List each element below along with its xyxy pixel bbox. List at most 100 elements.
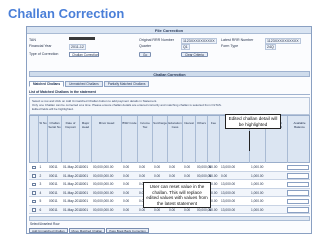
row-checkbox[interactable] (32, 199, 36, 203)
table-cell: 0.00 (184, 173, 191, 178)
move-matched-challan-button[interactable]: Move Matched Challan (68, 228, 106, 233)
table-cell: N (209, 165, 212, 169)
table-cell: 0.00 (123, 207, 130, 212)
table-cell: 0001 (81, 165, 89, 169)
table-cell: 00,000,000.00 (93, 199, 114, 203)
table-cell: 13,000.00 (221, 165, 236, 169)
table-cell: 01-May-2011 (63, 207, 82, 212)
clear-criteria-button[interactable]: Clear Criteria (181, 51, 208, 57)
tan-masked-value (69, 37, 95, 40)
table-cell: 1,000.00 (251, 207, 264, 212)
table-cell: 01-May-2011 (63, 165, 82, 169)
table-cell: 0001 (81, 182, 89, 186)
col-surcharge: Surcharge (153, 116, 168, 164)
tab-matched-challans[interactable]: Matched Challans (29, 81, 65, 87)
col-date-of-deposit: Date of Deposit (62, 116, 80, 164)
instruction-line: Edited fields will be highlighted. (32, 107, 74, 111)
table-cell: 6 (39, 207, 42, 212)
col-sl-no: Sl No (39, 116, 48, 164)
table-cell: 00,000,000.00 (93, 207, 114, 212)
table-cell: 0.00 (123, 190, 130, 195)
table-row[interactable]: 2 00011 01-May-2011 0001 00,000,000.00 0.00 0.… (29, 171, 310, 180)
table-cell: 00011 (49, 165, 58, 169)
table-cell: 0.00 (139, 165, 146, 169)
select-rows-label: Select/Unselect Row (30, 222, 60, 226)
action-buttons: Add Unmatched Challan Move Matched Chall… (29, 228, 149, 233)
table-cell: 0.00 (169, 165, 176, 169)
tab-unmatched-challans[interactable]: Unmatched Challans (65, 81, 103, 87)
table-cell: 1,000.00 (251, 173, 264, 178)
table-cell: 13,000.00 (221, 182, 236, 186)
table-cell: 0.00 (123, 173, 130, 178)
table-cell: N (209, 173, 212, 178)
table-cell: 0001 (81, 190, 89, 195)
row-checkbox[interactable] (32, 182, 36, 186)
callout-arrow (249, 131, 250, 151)
col-others: Others (196, 116, 208, 164)
table-cell: 01-May-2011 (63, 182, 82, 186)
table-cell: 1 (39, 165, 42, 169)
table-cell: 1,000.00 (251, 165, 264, 169)
correction-type-label: Type of Correction (29, 52, 59, 56)
table-cell: 4 (39, 190, 42, 195)
table-cell: 00,000,000.00 (93, 165, 114, 169)
available-balance-input[interactable] (287, 207, 309, 213)
quarter-label: Quarter (139, 44, 152, 48)
table-cell: 00,000,000.00 (197, 165, 218, 169)
col-major-head: Major Head (80, 116, 92, 164)
financial-year-value: 2011-12 (69, 44, 86, 50)
table-cell: 0001 (81, 207, 89, 212)
available-balance-input[interactable] (287, 198, 309, 204)
challan-tabs: Matched Challans Unmatched Challans Part… (29, 81, 150, 87)
table-cell: 3 (39, 182, 42, 186)
user-reset-callout: User can reset value in the challan. Thi… (143, 182, 211, 209)
available-balance-input[interactable] (287, 190, 309, 196)
table-row[interactable]: 1 00011 01-May-2011 0001 00,000,000.00 0.00 0.… (29, 163, 310, 172)
row-checkbox[interactable] (32, 174, 36, 178)
row-checkbox[interactable] (32, 191, 36, 195)
row-checkbox[interactable] (32, 165, 36, 169)
table-cell: 01-May-2011 (63, 190, 82, 195)
correction-type-row: Type of Correction Challan Correction Go… (29, 51, 309, 57)
go-button[interactable]: Go (139, 51, 152, 57)
list-title: List of Matched Challans in the statemen… (29, 90, 310, 95)
add-unmatched-challan-button[interactable]: Add Unmatched Challan (29, 228, 68, 233)
quarter-value: Q1 (181, 44, 190, 50)
col-challan-serial: Challan Serial No (48, 116, 62, 164)
table-scrollbar[interactable] (29, 216, 310, 221)
col-income-tax: Income Tax (138, 116, 153, 164)
form-type-value: 24Q (265, 44, 276, 50)
table-cell: 0001 (81, 199, 89, 203)
table-cell: 0.00 (154, 173, 161, 178)
table-cell: 00011 (49, 199, 58, 203)
table-cell: 0.00 (123, 182, 130, 186)
available-balance-input[interactable] (287, 173, 309, 179)
form-type-label: Form Type (221, 44, 239, 48)
page-title: Challan Correction (8, 6, 125, 21)
table-cell: 0001 (81, 173, 89, 178)
financial-year-label: Financial Year (29, 44, 52, 48)
table-cell: 1,000.00 (251, 199, 264, 203)
tab-partially-matched-challans[interactable]: Partially Matched Challans (103, 81, 150, 87)
meta-row-fy: Financial Year 2011-12 Quarter Q1 Form T… (29, 43, 309, 50)
col-interest: Interest (183, 116, 196, 164)
available-balance-input[interactable] (287, 164, 309, 170)
table-cell: 00011 (49, 207, 58, 212)
instructions-box: Select a row and click on Add Unmatched … (29, 97, 310, 115)
correction-type-select[interactable]: Challan Correction (69, 51, 99, 57)
table-cell: 00,000,000.00 (93, 190, 114, 195)
table-cell: 0.00 (221, 173, 228, 178)
challan-correction-section: Challan Correction (29, 71, 310, 77)
col-education-cess: Education Cess (168, 116, 183, 164)
table-cell: 0.00 (123, 199, 130, 203)
panel-header: File Correction (27, 27, 311, 34)
table-cell: 1,000.00 (251, 190, 264, 195)
row-checkbox[interactable] (32, 208, 36, 212)
table-cell: 00,000,000.00 (93, 182, 114, 186)
col-bsr-code: BSR Code (122, 116, 138, 164)
pass-book-correction-button[interactable]: Pass Book Back Correction (106, 228, 149, 233)
available-balance-input[interactable] (287, 181, 309, 187)
table-cell: 0.00 (123, 165, 130, 169)
table-cell: 0.00 (154, 165, 161, 169)
edited-highlight-callout: Edited challan detail will be highlighte… (225, 114, 281, 130)
